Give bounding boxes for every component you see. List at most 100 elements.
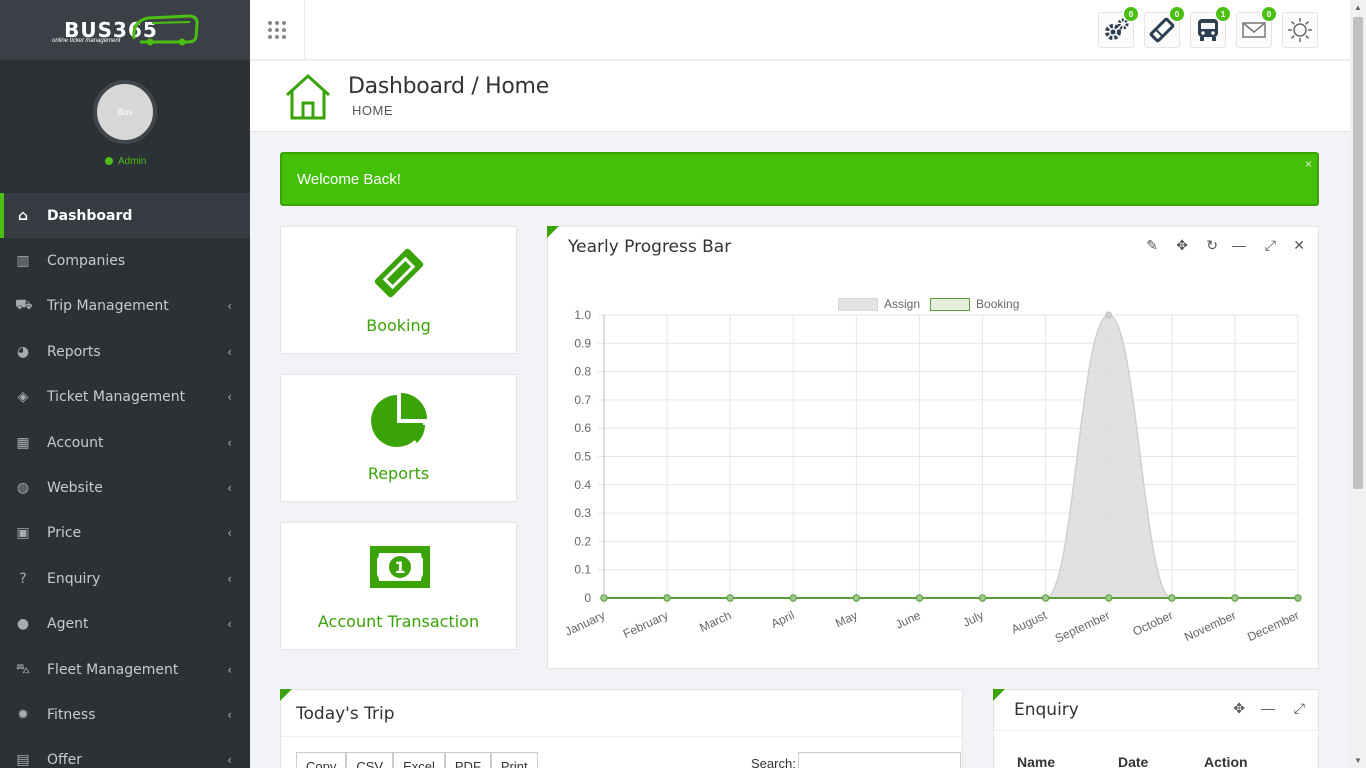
chevron-left-icon: ‹	[227, 480, 232, 495]
reports-card[interactable]: Reports	[280, 374, 517, 502]
sidebar-item-companies[interactable]: ▥ Companies	[0, 238, 250, 283]
globe-icon: ◍	[16, 479, 30, 496]
page-scrollbar[interactable]: ▲ ▼	[1350, 0, 1366, 768]
series-booking-point	[978, 594, 987, 602]
panel-title: Enquiry	[1014, 700, 1079, 720]
sidebar-item-website[interactable]: ◍ Website ‹	[0, 465, 250, 510]
export-buttons: Copy CSV Excel PDF Print	[296, 752, 538, 768]
bus-badge: 1	[1215, 6, 1231, 22]
topbar: 0 0 1 0	[250, 0, 1350, 60]
page-header: Dashboard / Home HOME	[250, 61, 1350, 132]
car-icon: ⛍	[15, 660, 31, 677]
scroll-thumb[interactable]	[1353, 17, 1363, 489]
x-tick-label: May	[833, 608, 859, 630]
ticket-icon: ◈	[17, 389, 29, 406]
apps-menu-button[interactable]	[250, 0, 305, 60]
home-icon	[285, 73, 331, 120]
settings-badge: 0	[1123, 6, 1139, 22]
logo-tagline: online ticket management	[52, 38, 121, 44]
pdf-button[interactable]: PDF	[444, 752, 491, 768]
booking-card[interactable]: Booking	[280, 226, 517, 354]
sidebar-item-label: Trip Management	[47, 298, 169, 315]
expand-icon[interactable]: ⤢	[1294, 700, 1305, 717]
sidebar-item-enquiry[interactable]: ? Enquiry ‹	[0, 556, 250, 601]
sidebar-item-dashboard[interactable]: ⌂ Dashboard	[0, 193, 250, 238]
road-icon: ⛟	[15, 297, 33, 314]
profile: Bus	[0, 60, 250, 193]
sidebar-item-reports[interactable]: ◕ Reports ‹	[0, 329, 250, 374]
y-tick-label: 1.0	[574, 308, 591, 322]
chevron-left-icon: ‹	[227, 571, 232, 586]
chevron-left-icon: ‹	[227, 753, 232, 768]
y-tick-label: 0.4	[574, 478, 591, 492]
column-header-date[interactable]: Date	[1118, 754, 1148, 768]
gear-icon: ✹	[17, 706, 29, 723]
move-icon[interactable]: ✥	[1176, 237, 1188, 254]
chevron-left-icon: ‹	[227, 299, 232, 314]
csv-button[interactable]: CSV	[346, 752, 394, 768]
sidebar-item-ticket-management[interactable]: ◈ Ticket Management ‹	[0, 375, 250, 420]
bus-notification-button[interactable]: 1	[1190, 6, 1231, 48]
theme-toggle-button[interactable]	[1282, 12, 1318, 48]
sidebar-item-label: Fitness	[47, 706, 96, 723]
series-booking-point	[1231, 594, 1239, 602]
chevron-left-icon: ‹	[227, 435, 232, 450]
ticket-notification-button[interactable]: 0	[1144, 6, 1185, 48]
alert-message: Welcome Back!	[297, 171, 401, 188]
series-booking-point	[915, 594, 924, 602]
mail-badge: 0	[1261, 6, 1277, 22]
series-booking-point	[726, 594, 734, 602]
y-tick-label: 0.6	[574, 421, 591, 435]
scroll-down-arrow[interactable]: ▼	[1354, 756, 1362, 765]
sidebar-item-fitness[interactable]: ✹ Fitness ‹	[0, 692, 250, 737]
sidebar-item-label: Companies	[47, 252, 126, 269]
x-tick-label: April	[769, 608, 797, 631]
print-button[interactable]: Print	[490, 752, 538, 768]
account-transaction-card[interactable]: 1 Account Transaction	[280, 522, 517, 650]
x-tick-label: September	[1053, 608, 1112, 645]
mail-notification-button[interactable]: 0	[1236, 6, 1277, 48]
logo[interactable]: BUS365 online ticket management	[0, 0, 250, 60]
sidebar-item-account[interactable]: ▦ Account ‹	[0, 420, 250, 465]
minimize-icon[interactable]: —	[1261, 700, 1275, 716]
sidebar-item-label: Ticket Management	[47, 389, 186, 406]
y-tick-label: 0.8	[574, 365, 591, 379]
sidebar-item-trip-management[interactable]: ⛟ Trip Management ‹	[0, 284, 250, 329]
column-header-name[interactable]: Name	[1017, 754, 1055, 768]
close-icon[interactable]: ✕	[1293, 237, 1305, 254]
enquiry-panel: Enquiry ✥ — ⤢ Name Date Action	[993, 689, 1319, 768]
calculator-icon: ▦	[16, 434, 30, 451]
breadcrumb[interactable]: HOME	[352, 103, 393, 118]
chevron-left-icon: ‹	[227, 390, 232, 405]
copy-button[interactable]: Copy	[296, 752, 347, 768]
refresh-icon[interactable]: ↻	[1206, 237, 1218, 254]
series-booking-point	[663, 594, 671, 602]
chevron-left-icon: ‹	[227, 662, 232, 677]
sidebar-item-offer[interactable]: ▤ Offer ‹	[0, 738, 250, 768]
sidebar-item-price[interactable]: ▣ Price ‹	[0, 511, 250, 556]
excel-button[interactable]: Excel	[393, 752, 445, 768]
avatar[interactable]: Bus	[93, 80, 157, 144]
money-bill-icon: 1	[370, 546, 430, 588]
search-input[interactable]	[798, 752, 961, 768]
gift-icon: ▤	[16, 752, 30, 768]
minimize-icon[interactable]: —	[1232, 237, 1246, 253]
move-icon[interactable]: ✥	[1233, 700, 1245, 717]
expand-icon[interactable]: ⤢	[1265, 237, 1276, 254]
series-booking-point	[1041, 594, 1050, 602]
settings-notification-button[interactable]: 0	[1098, 6, 1139, 48]
panel-header: Yearly Progress Bar ✎ ✥ ↻ — ⤢ ✕	[548, 227, 1318, 267]
close-icon[interactable]: ×	[1305, 157, 1312, 171]
chevron-left-icon: ‹	[227, 526, 232, 541]
sidebar-item-label: Agent	[47, 616, 89, 633]
sidebar-item-label: Price	[47, 525, 82, 542]
building-icon: ▥	[16, 252, 30, 269]
panel-title: Yearly Progress Bar	[568, 237, 732, 257]
scroll-up-arrow[interactable]: ▲	[1354, 3, 1362, 12]
pie-chart-icon: ◕	[16, 343, 30, 360]
todays-trip-panel: Today's Trip Copy CSV Excel PDF Print Se…	[280, 689, 963, 768]
sidebar-item-agent[interactable]: ● Agent ‹	[0, 602, 250, 647]
column-header-action[interactable]: Action	[1204, 754, 1248, 768]
edit-icon[interactable]: ✎	[1146, 237, 1158, 254]
sidebar-item-fleet-management[interactable]: ⛍ Fleet Management ‹	[0, 647, 250, 692]
